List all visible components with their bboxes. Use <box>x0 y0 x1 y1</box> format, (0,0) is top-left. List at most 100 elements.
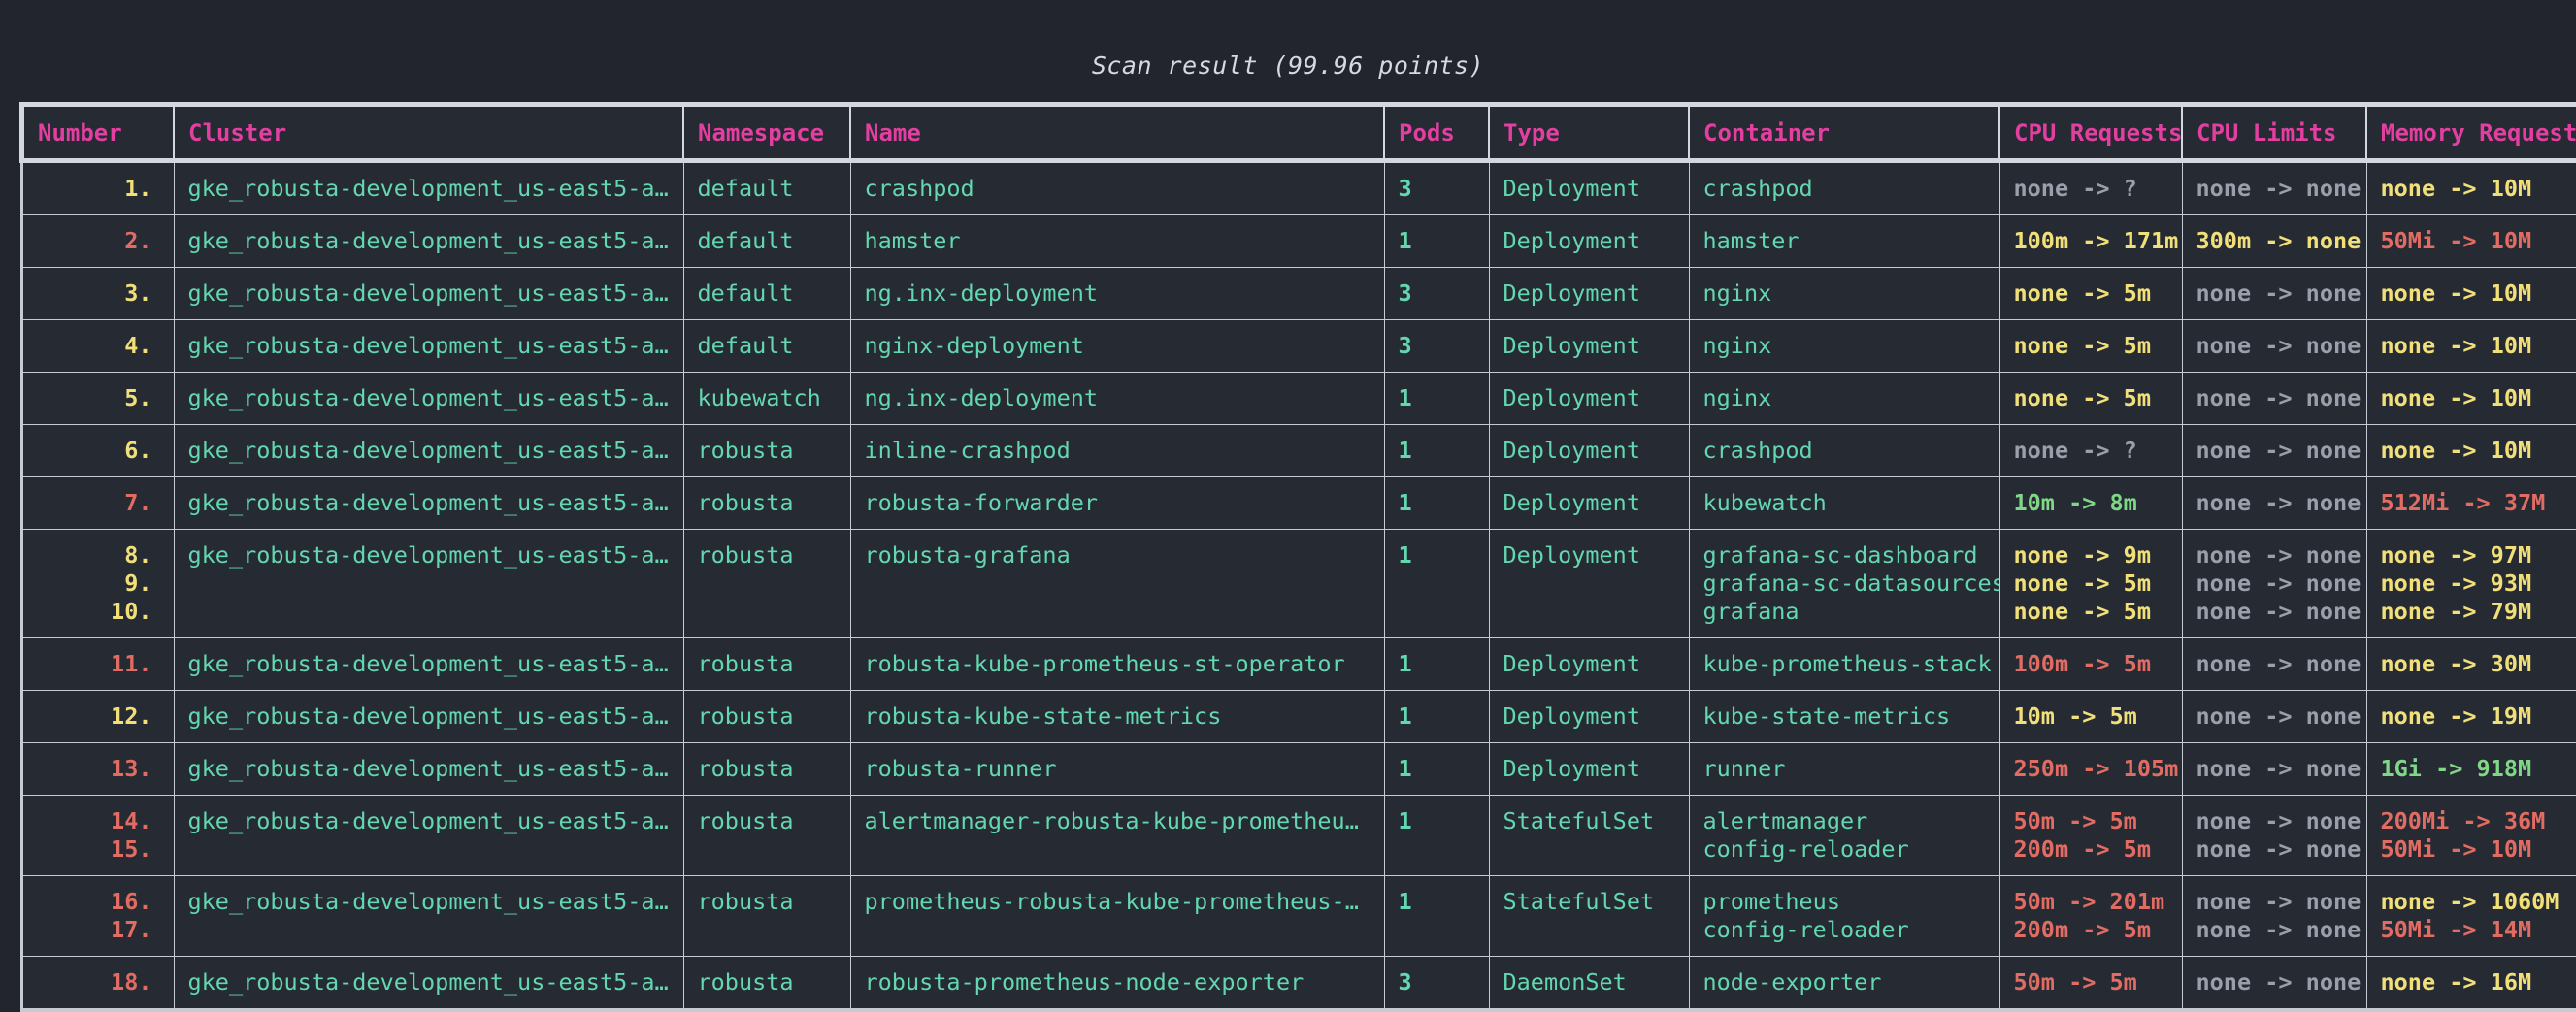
cell-cpu-limits: none -> none <box>2182 425 2366 477</box>
cell-pods: 1 <box>1384 425 1489 477</box>
cell-line: 50m -> 201m <box>2014 888 2168 916</box>
cell-name: alertmanager-robusta-kube-prometheus-st-… <box>850 796 1384 876</box>
cell-line: 9. <box>37 570 152 598</box>
container-name: config-reloader <box>1703 916 1986 944</box>
cell-line: none -> none <box>2196 968 2353 996</box>
table-row[interactable]: 8.9.10.gke_robusta-development_us-east5-… <box>22 530 2576 638</box>
column-header-name[interactable]: Name <box>850 105 1384 161</box>
table-row[interactable]: 5. gke_robusta-development_us-east5-a_ari… <box>22 373 2576 425</box>
cell-line: 5. <box>37 384 152 412</box>
cell-namespace: kubewatch <box>683 373 850 425</box>
cell-cpu-requests: 10m -> 8m <box>1999 477 2182 530</box>
cell-line: none -> none <box>2196 755 2353 783</box>
table-row[interactable]: 2. gke_robusta-development_us-east5-a_ari… <box>22 215 2576 268</box>
cell-cpu-requests: 100m -> 5m <box>1999 638 2182 691</box>
cell-cpu-limits: 300m -> none <box>2182 215 2366 268</box>
cluster-text: gke_robusta-development_us-east5-a_arik… <box>188 702 670 731</box>
table-row[interactable]: 18.gke_robusta-development_us-east5-a_ar… <box>22 957 2576 1011</box>
cell-pods: 3 <box>1384 320 1489 373</box>
container-name: crashpod <box>1703 437 1986 465</box>
namespace-text: default <box>698 332 837 360</box>
cell-line: none -> none <box>2196 541 2353 570</box>
cell-line: none -> none <box>2196 175 2353 203</box>
column-header-cpu-requests[interactable]: CPU Requests <box>1999 105 2182 161</box>
column-header-container[interactable]: Container <box>1689 105 1999 161</box>
cell-line: 8. <box>37 541 152 570</box>
namespace-text: robusta <box>698 650 837 678</box>
cell-cluster: gke_robusta-development_us-east5-a_arik… <box>174 638 683 691</box>
cell-number: 14.15. <box>22 796 175 876</box>
cell-pods: 1 <box>1384 743 1489 796</box>
column-header-pods[interactable]: Pods <box>1384 105 1489 161</box>
cell-line: 10m -> 5m <box>2014 702 2168 731</box>
cell-line: none -> none <box>2196 489 2353 517</box>
cell-container: alertmanagerconfig-reloader <box>1689 796 1999 876</box>
table-body: 1.gke_robusta-development_us-east5-a_ari… <box>22 161 2576 1011</box>
cell-container: nginx <box>1689 320 1999 373</box>
cell-cpu-limits: none -> nonenone -> none <box>2182 876 2366 957</box>
column-header-cluster[interactable]: Cluster <box>174 105 683 161</box>
cell-cpu-requests: none -> ? <box>1999 161 2182 215</box>
table-row[interactable]: 14.15.gke_robusta-development_us-east5-a… <box>22 796 2576 876</box>
cell-namespace: robusta <box>683 796 850 876</box>
column-header-number[interactable]: Number <box>22 105 175 161</box>
cell-cluster: gke_robusta-development_us-east5-a_arik… <box>174 373 683 425</box>
container-name: kubewatch <box>1703 489 1986 517</box>
cell-name: robusta-grafana <box>850 530 1384 638</box>
namespace-text: default <box>698 279 837 308</box>
cell-line: none -> 1060M <box>2381 888 2576 916</box>
cell-line: none -> 93M <box>2381 570 2576 598</box>
table-row[interactable]: 1.gke_robusta-development_us-east5-a_ari… <box>22 161 2576 215</box>
cell-memory-requests: 50Mi -> 10M <box>2366 215 2576 268</box>
cell-line: none -> none <box>2196 916 2353 944</box>
cell-number: 3. <box>22 268 175 320</box>
cluster-text: gke_robusta-development_us-east5-a_arik… <box>188 541 670 570</box>
table-row[interactable]: 12. gke_robusta-development_us-east5-a_ar… <box>22 691 2576 743</box>
column-header-type[interactable]: Type <box>1489 105 1689 161</box>
cell-cpu-requests: 50m -> 5m200m -> 5m <box>1999 796 2182 876</box>
workload-name-text: robusta-prometheus-node-exporter <box>865 968 1371 996</box>
cell-name: inline-crashpod <box>850 425 1384 477</box>
table-row[interactable]: 16.17.gke_robusta-development_us-east5-a… <box>22 876 2576 957</box>
cell-namespace: robusta <box>683 876 850 957</box>
table-row[interactable]: 7.gke_robusta-development_us-east5-a_ari… <box>22 477 2576 530</box>
cell-pods: 1 <box>1384 215 1489 268</box>
table-row[interactable]: 6.gke_robusta-development_us-east5-a_ari… <box>22 425 2576 477</box>
cluster-text: gke_robusta-development_us-east5-a_arik… <box>188 437 670 465</box>
cell-type: Deployment <box>1489 161 1689 215</box>
cell-container: crashpod <box>1689 161 1999 215</box>
cell-container: prometheusconfig-reloader <box>1689 876 1999 957</box>
cluster-text: gke_robusta-development_us-east5-a_arik… <box>188 968 670 996</box>
cell-line: 4. <box>37 332 152 360</box>
cell-name: ng.inx-deployment <box>850 268 1384 320</box>
cell-cpu-requests: 250m -> 105m <box>1999 743 2182 796</box>
table-row[interactable]: 4.gke_robusta-development_us-east5-a_ari… <box>22 320 2576 373</box>
table-row[interactable]: 13.gke_robusta-development_us-east5-a_ar… <box>22 743 2576 796</box>
cell-container: nginx <box>1689 268 1999 320</box>
cell-line: 2. <box>37 227 152 255</box>
cell-container: nginx <box>1689 373 1999 425</box>
cell-name: robusta-runner <box>850 743 1384 796</box>
column-header-memory-requests[interactable]: Memory Requests <box>2366 105 2576 161</box>
cell-type: Deployment <box>1489 530 1689 638</box>
container-name: nginx <box>1703 384 1986 412</box>
cell-line: 1Gi -> 918M <box>2381 755 2576 783</box>
container-name: nginx <box>1703 332 1986 360</box>
table-row[interactable]: 11.gke_robusta-development_us-east5-a_ar… <box>22 638 2576 691</box>
cell-line: 3. <box>37 279 152 308</box>
cell-line: 15. <box>37 835 152 864</box>
cell-line: none -> none <box>2196 650 2353 678</box>
scan-result-table-wrapper: Number Cluster Namespace Name Pods Type … <box>19 102 2557 1012</box>
container-name: grafana <box>1703 598 1986 626</box>
cell-line: none -> none <box>2196 332 2353 360</box>
cell-line: 14. <box>37 807 152 835</box>
column-header-namespace[interactable]: Namespace <box>683 105 850 161</box>
column-header-cpu-limits[interactable]: CPU Limits <box>2182 105 2366 161</box>
cell-type: Deployment <box>1489 320 1689 373</box>
container-name: crashpod <box>1703 175 1986 203</box>
table-row[interactable]: 3.gke_robusta-development_us-east5-a_ari… <box>22 268 2576 320</box>
cell-cluster: gke_robusta-development_us-east5-a_arik… <box>174 215 683 268</box>
cell-cpu-requests: none -> 5m <box>1999 268 2182 320</box>
cell-memory-requests: 1Gi -> 918M <box>2366 743 2576 796</box>
cell-line: 12. <box>37 702 152 731</box>
